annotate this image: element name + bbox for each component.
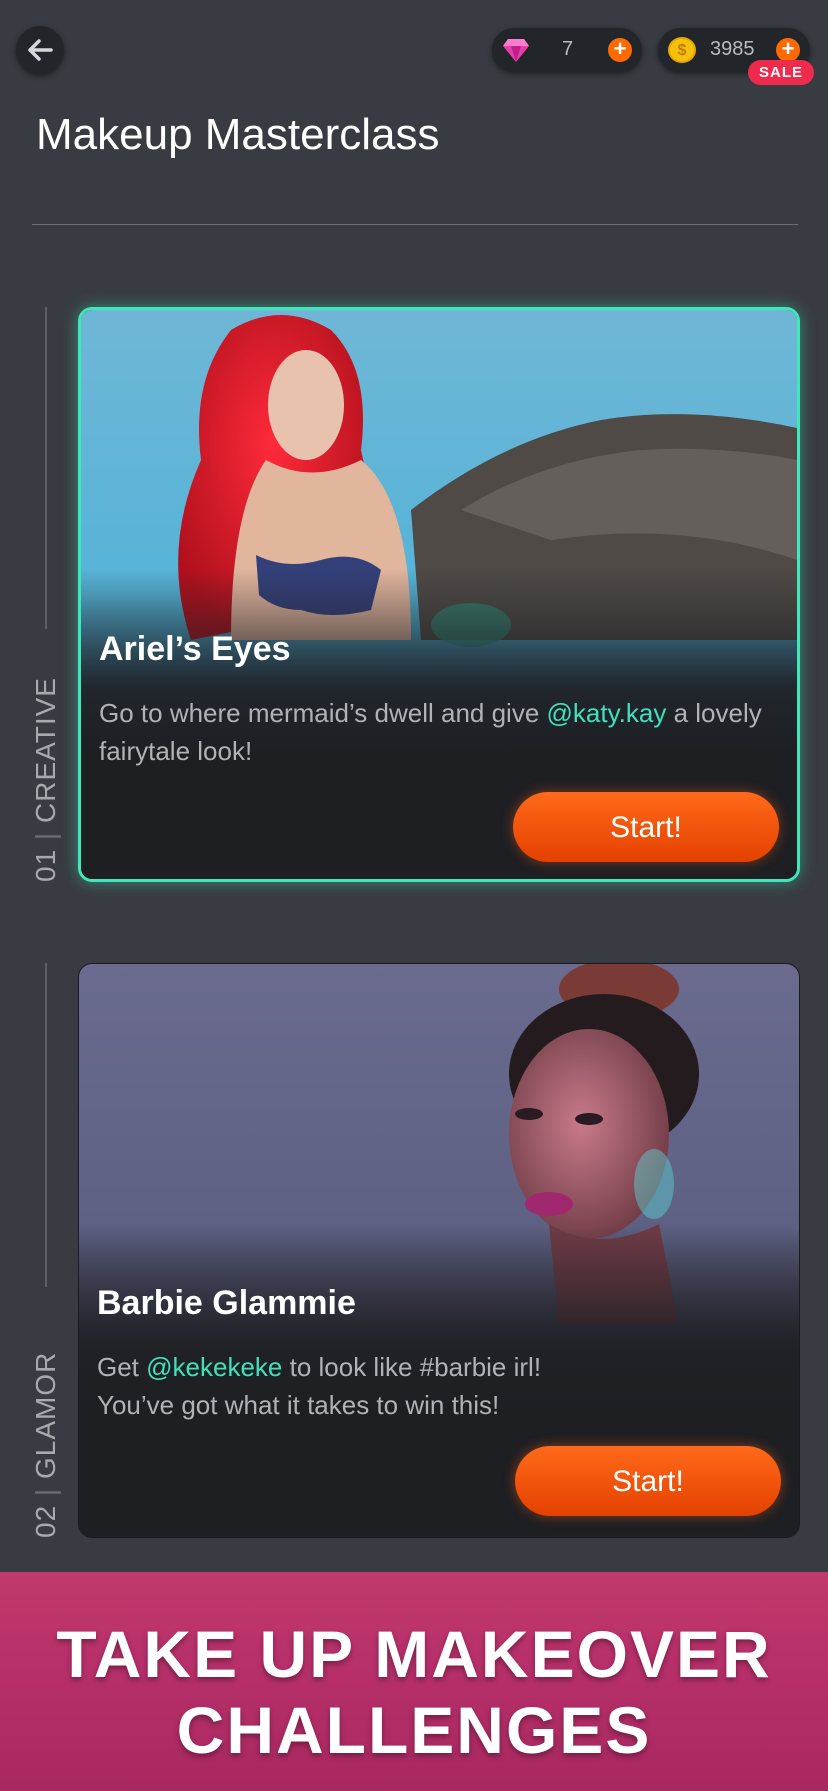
- title-divider: [32, 224, 798, 225]
- challenge-description: Get @kekekeke to look like #barbie irl! …: [97, 1348, 617, 1424]
- start-button[interactable]: Start!: [513, 792, 779, 862]
- mention-link[interactable]: @kekekeke: [146, 1352, 282, 1382]
- challenge-2-number: 02: [30, 1504, 61, 1538]
- description-text: Get: [97, 1352, 147, 1382]
- challenge-description: Go to where mermaid’s dwell and give @ka…: [99, 694, 779, 770]
- description-text: Go to where mermaid’s dwell and give: [99, 698, 547, 728]
- challenge-card-barbie-glammie[interactable]: Barbie Glammie Get @kekekeke to look lik…: [78, 963, 800, 1538]
- banner-line-1: TAKE UP MAKEOVER: [56, 1617, 772, 1691]
- start-button[interactable]: Start!: [515, 1446, 781, 1516]
- challenge-title: Ariel’s Eyes: [99, 630, 291, 668]
- side-divider-2: [45, 963, 47, 1287]
- banner-line-2: CHALLENGES: [176, 1693, 652, 1767]
- add-coins-button[interactable]: +: [776, 38, 800, 62]
- coins-value: 3985: [710, 38, 755, 60]
- label-separator: |: [30, 831, 61, 841]
- back-button[interactable]: [16, 26, 64, 74]
- challenge-card-ariels-eyes[interactable]: Ariel’s Eyes Go to where mermaid’s dwell…: [78, 307, 800, 882]
- label-separator: |: [30, 1487, 61, 1497]
- arrow-left-icon: [28, 39, 53, 61]
- sale-badge[interactable]: SALE: [748, 60, 814, 85]
- challenge-1-label: 01 | CREATIVE: [30, 677, 62, 882]
- challenge-2-category: GLAMOR: [30, 1351, 61, 1479]
- page-title: Makeup Masterclass: [36, 110, 440, 159]
- challenge-title: Barbie Glammie: [97, 1284, 356, 1322]
- coin-icon: $: [668, 37, 696, 63]
- gems-counter[interactable]: 7 +: [492, 28, 642, 72]
- add-gems-button[interactable]: +: [608, 38, 632, 62]
- challenge-1-number: 01: [30, 848, 61, 882]
- gem-icon: [503, 39, 529, 62]
- promo-banner: TAKE UP MAKEOVER CHALLENGES: [0, 1572, 828, 1791]
- gems-value: 7: [562, 38, 574, 60]
- mention-link[interactable]: @katy.kay: [547, 698, 667, 728]
- challenge-2-label: 02 | GLAMOR: [30, 1352, 62, 1538]
- side-divider-1: [45, 307, 47, 629]
- challenge-1-category: CREATIVE: [30, 677, 61, 823]
